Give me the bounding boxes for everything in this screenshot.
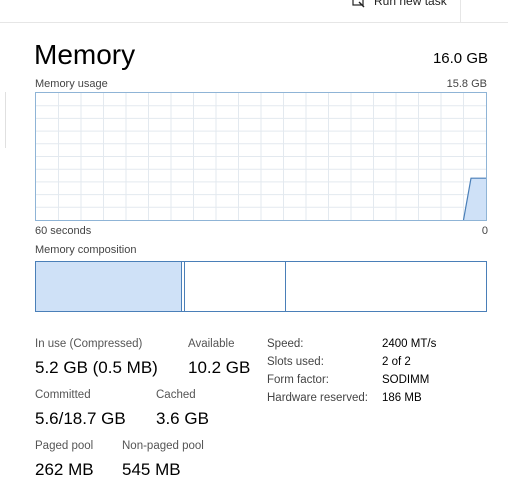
committed-label: Committed <box>35 389 91 401</box>
memory-composition-bar <box>35 261 487 312</box>
run-new-task-button[interactable]: Run new task <box>352 0 447 8</box>
usage-graph-canvas <box>36 93 486 220</box>
memory-composition-label: Memory composition <box>35 244 137 256</box>
toolbar: Run new task <box>0 0 508 23</box>
non-paged-pool-value: 545 MB <box>122 460 181 479</box>
spec-form-factor-value: SODIMM <box>382 374 430 386</box>
composition-segment-standby[interactable] <box>185 262 287 311</box>
non-paged-pool-label: Non-paged pool <box>122 440 204 452</box>
spec-form-factor-key: Form factor: <box>267 374 329 386</box>
cached-label: Cached <box>156 389 196 401</box>
memory-usage-label: Memory usage <box>35 78 108 90</box>
toolbar-divider <box>460 0 461 22</box>
graph-left-time-label: 60 seconds <box>35 225 92 237</box>
graph-right-time-label: 0 <box>481 225 488 237</box>
spec-hardware-reserved-value: 186 MB <box>382 392 422 404</box>
cached-value: 3.6 GB <box>156 409 209 428</box>
page-title: Memory <box>34 39 136 70</box>
available-value: 10.2 GB <box>188 358 251 377</box>
run-task-label: Run new task <box>374 0 447 8</box>
composition-segment-in-use[interactable] <box>36 262 183 311</box>
run-task-icon <box>352 0 366 8</box>
paged-pool-label: Paged pool <box>35 440 94 452</box>
spec-slots-key: Slots used: <box>267 356 324 368</box>
available-label: Available <box>188 338 235 350</box>
sidebar-edge <box>0 92 6 148</box>
composition-segment-free[interactable] <box>286 262 480 311</box>
memory-usage-graph <box>35 92 487 221</box>
in-use-value: 5.2 GB (0.5 MB) <box>35 358 158 377</box>
spec-hardware-reserved-key: Hardware reserved: <box>267 392 368 404</box>
in-use-label: In use (Compressed) <box>35 338 143 350</box>
spec-slots-value: 2 of 2 <box>382 356 411 368</box>
spec-speed-key: Speed: <box>267 338 304 350</box>
paged-pool-value: 262 MB <box>35 460 94 479</box>
spec-speed-value: 2400 MT/s <box>382 338 437 350</box>
total-memory: 16.0 GB <box>432 50 488 67</box>
memory-usage-max: 15.8 GB <box>446 78 487 90</box>
committed-value: 5.6/18.7 GB <box>35 409 126 428</box>
